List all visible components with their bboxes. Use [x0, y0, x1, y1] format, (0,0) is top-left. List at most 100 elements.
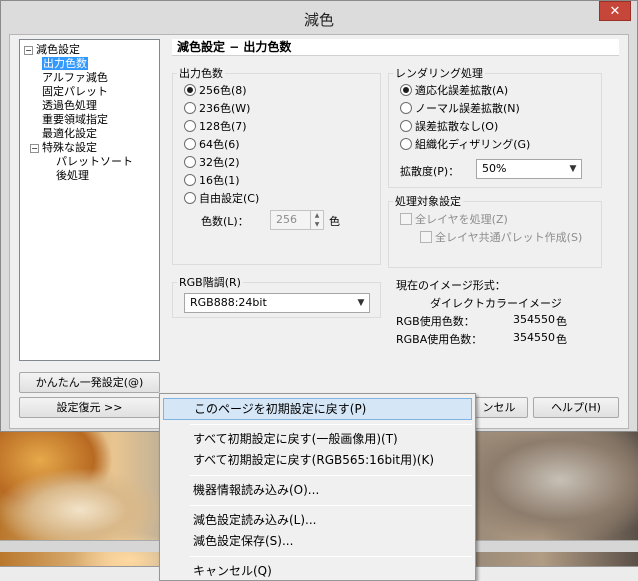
color-count-stepper[interactable]: 256 ▲ ▼ — [270, 210, 324, 230]
tree-item-palette-sort[interactable]: パレットソート — [24, 155, 159, 169]
tree-item-label: パレットソート — [56, 155, 133, 168]
radio-64[interactable]: 64色(6) — [184, 137, 240, 153]
tree-item-label: 重要領域指定 — [42, 113, 108, 126]
tree-item-transparency[interactable]: 透過色処理 — [24, 99, 159, 113]
title-bar: 減色 ✕ — [1, 1, 637, 34]
radio-checked-icon[interactable] — [400, 84, 412, 96]
group-title: レンダリング処理 — [393, 65, 485, 81]
tree-item-label: 後処理 — [56, 169, 89, 182]
rendering-group: レンダリング処理 適応化誤差拡散(A) ノーマル誤差拡散(N) 誤差拡散なし(O… — [388, 65, 602, 188]
reduce-color-dialog: 減色 ✕ − 減色設定 出力色数 アルファ減色 固定パレット 透過色処理 重要領域… — [0, 0, 638, 432]
radio-256[interactable]: 256色(8) — [184, 83, 247, 99]
radio-label: 64色(6) — [199, 138, 240, 151]
radio-label: 236色(W) — [199, 102, 251, 115]
window-title: 減色 — [303, 11, 334, 29]
tree-item-fixed-palette[interactable]: 固定パレット — [24, 85, 159, 99]
checkbox-label: 全レイヤ共通パレット作成(S) — [435, 231, 583, 244]
radio-icon[interactable] — [400, 102, 412, 114]
radio-label: 16色(1) — [199, 174, 240, 187]
group-title: 処理対象設定 — [393, 193, 463, 209]
stepper-arrows-icon[interactable]: ▲ ▼ — [310, 211, 323, 229]
diffusion-select[interactable]: 50% ▼ — [476, 159, 582, 179]
tree-item-label: 固定パレット — [42, 85, 108, 98]
tree-item-special[interactable]: − 特殊な設定 — [24, 141, 159, 155]
radio-icon[interactable] — [400, 138, 412, 150]
radio-label: 128色(7) — [199, 120, 247, 133]
chevron-down-icon[interactable]: ▼ — [565, 160, 581, 178]
menu-item-reset-all-rgb565[interactable]: すべて初期設定に戻す(RGB565:16bit用)(K) — [163, 449, 472, 471]
menu-separator — [190, 424, 472, 425]
checkbox-icon[interactable] — [400, 213, 412, 225]
close-button[interactable]: ✕ — [599, 1, 631, 21]
color-count-value: 256 — [276, 213, 297, 226]
rgba-count-label: RGBA使用色数： — [396, 333, 483, 346]
radio-128[interactable]: 128色(7) — [184, 119, 247, 135]
menu-item-save-settings[interactable]: 減色設定保存(S)... — [163, 530, 472, 552]
radio-label: 自由設定(C) — [199, 192, 260, 205]
radio-icon[interactable] — [184, 102, 196, 114]
radio-checked-icon[interactable] — [184, 84, 196, 96]
checkbox-icon[interactable] — [420, 231, 432, 243]
easy-setup-button[interactable]: かんたん一発設定(@) — [19, 372, 160, 393]
rgb-count-value: 354550 — [513, 313, 555, 326]
group-title: RGB階調(R) — [177, 274, 243, 290]
radio-ordered-dither[interactable]: 組織化ディザリング(G) — [400, 137, 530, 153]
cancel-button[interactable]: ンセル — [470, 397, 528, 418]
tree-item-output-colors[interactable]: 出力色数 — [24, 57, 159, 71]
restore-menu: このページを初期設定に戻す(P) すべて初期設定に戻す(一般画像用)(T) すべ… — [159, 393, 476, 581]
radio-icon[interactable] — [184, 174, 196, 186]
all-layers-checkbox[interactable]: 全レイヤを処理(Z) — [400, 212, 508, 228]
collapse-icon[interactable]: − — [30, 144, 39, 153]
settings-tree[interactable]: − 減色設定 出力色数 アルファ減色 固定パレット 透過色処理 重要領域指定 最適… — [19, 39, 160, 361]
rgb-level-select[interactable]: RGB888:24bit ▼ — [184, 293, 370, 313]
common-palette-checkbox[interactable]: 全レイヤ共通パレット作成(S) — [420, 230, 582, 246]
menu-item-reset-all-general[interactable]: すべて初期設定に戻す(一般画像用)(T) — [163, 428, 472, 450]
tree-item-optimization[interactable]: 最適化設定 — [24, 127, 159, 141]
menu-item-cancel[interactable]: キャンセル(Q) — [163, 560, 472, 581]
menu-separator — [190, 475, 472, 476]
radio-icon[interactable] — [184, 192, 196, 204]
menu-item-load-device-info[interactable]: 機器情報読み込み(O)... — [163, 479, 472, 501]
current-format-type: ダイレクトカラーイメージ — [430, 297, 562, 310]
page-title: 減色設定 − 出力色数 — [172, 39, 619, 56]
color-count-unit: 色 — [329, 215, 340, 228]
tree-item-reduce-settings[interactable]: − 減色設定 — [24, 43, 159, 57]
diffusion-value: 50% — [482, 162, 507, 175]
tree-item-label: 透過色処理 — [42, 99, 97, 112]
restore-settings-button[interactable]: 設定復元 >> — [19, 397, 160, 418]
checkbox-label: 全レイヤを処理(Z) — [415, 213, 508, 226]
radio-icon[interactable] — [184, 138, 196, 150]
radio-icon[interactable] — [184, 120, 196, 132]
radio-32[interactable]: 32色(2) — [184, 155, 240, 171]
tree-item-label: 最適化設定 — [42, 127, 97, 140]
diffusion-label: 拡散度(P)： — [400, 165, 460, 178]
radio-label: 32色(2) — [199, 156, 240, 169]
rgb-level-value: RGB888:24bit — [190, 296, 267, 309]
menu-separator — [190, 556, 472, 557]
rgba-count-unit: 色 — [556, 333, 567, 346]
target-group: 処理対象設定 全レイヤを処理(Z) 全レイヤ共通パレット作成(S) — [388, 193, 602, 268]
radio-label: 組織化ディザリング(G) — [415, 138, 531, 151]
radio-custom[interactable]: 自由設定(C) — [184, 191, 259, 207]
radio-icon[interactable] — [184, 156, 196, 168]
help-button[interactable]: ヘルプ(H) — [533, 397, 619, 418]
radio-16[interactable]: 16色(1) — [184, 173, 240, 189]
tree-item-alpha[interactable]: アルファ減色 — [24, 71, 159, 85]
radio-icon[interactable] — [400, 120, 412, 132]
current-format-label: 現在のイメージ形式： — [396, 279, 506, 292]
menu-item-reset-page[interactable]: このページを初期設定に戻す(P) — [163, 398, 472, 420]
radio-no-diffusion[interactable]: 誤差拡散なし(O) — [400, 119, 498, 135]
menu-item-load-settings[interactable]: 減色設定読み込み(L)... — [163, 509, 472, 531]
tree-item-post-process[interactable]: 後処理 — [24, 169, 159, 183]
radio-normal[interactable]: ノーマル誤差拡散(N) — [400, 101, 520, 117]
radio-236[interactable]: 236色(W) — [184, 101, 250, 117]
rgb-count-unit: 色 — [556, 315, 567, 328]
chevron-down-icon[interactable]: ▼ — [353, 294, 369, 312]
radio-adaptive[interactable]: 適応化誤差拡散(A) — [400, 83, 508, 99]
collapse-icon[interactable]: − — [24, 46, 33, 55]
radio-label: 誤差拡散なし(O) — [415, 120, 499, 133]
tree-item-label: アルファ減色 — [42, 71, 108, 84]
rgba-count-value: 354550 — [513, 331, 555, 344]
color-count-label: 色数(L)： — [201, 215, 249, 228]
tree-item-important-area[interactable]: 重要領域指定 — [24, 113, 159, 127]
